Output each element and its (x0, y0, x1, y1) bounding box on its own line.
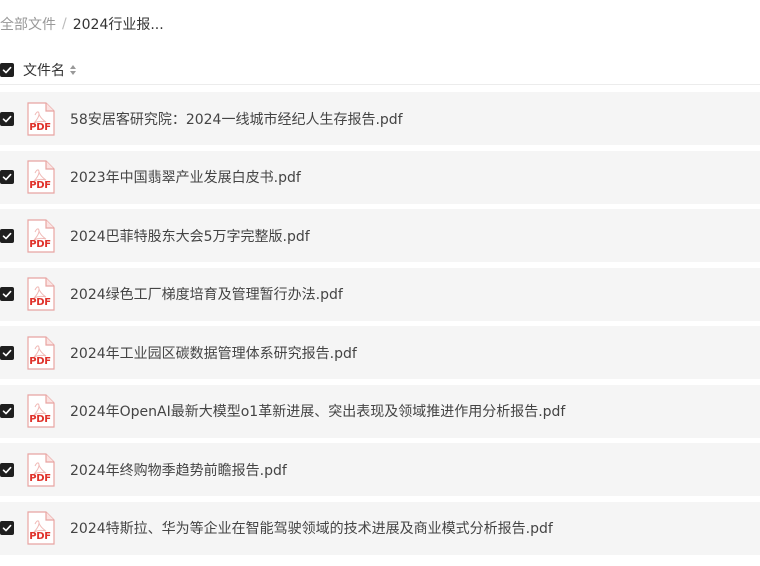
file-type-label: PDF (29, 355, 51, 367)
file-name[interactable]: 2024绿色工厂梯度培育及管理暂行办法.pdf (70, 284, 343, 304)
file-browser: 全部文件 / 2024行业报... 文件名 PDF 58安居客研究院：2024一… (0, 0, 760, 566)
file-checkbox[interactable] (0, 111, 14, 126)
file-row[interactable]: PDF 58安居客研究院：2024一线城市经纪人生存报告.pdf (0, 92, 760, 145)
pdf-file-icon: PDF (26, 452, 56, 487)
file-row[interactable]: PDF 2024绿色工厂梯度培育及管理暂行办法.pdf (0, 267, 760, 321)
file-checkbox[interactable] (0, 170, 14, 184)
file-checkbox[interactable] (0, 345, 14, 360)
file-row[interactable]: PDF 2024特斯拉、华为等企业在智能驾驶领域的技术进展及商业模式分析报告.p… (0, 501, 760, 555)
file-name[interactable]: 2024特斯拉、华为等企业在智能驾驶领域的技术进展及商业模式分析报告.pdf (70, 518, 553, 538)
pdf-file-icon: PDF (26, 335, 56, 370)
file-checkbox[interactable] (0, 287, 14, 301)
pdf-file-icon: PDF (26, 101, 56, 136)
checkmark-icon (2, 290, 12, 298)
checkmark-icon (2, 349, 12, 356)
file-list: PDF 58安居客研究院：2024一线城市经纪人生存报告.pdf PDF 202… (0, 92, 760, 560)
checkmark-icon (2, 232, 12, 239)
file-checkbox[interactable] (0, 228, 14, 243)
pdf-file-icon: PDF (26, 160, 56, 194)
file-checkbox[interactable] (0, 462, 14, 477)
file-type-label: PDF (29, 121, 51, 133)
pdf-file-icon: PDF (26, 277, 56, 311)
checkmark-icon (2, 524, 12, 532)
select-all-checkbox[interactable] (0, 63, 14, 77)
file-list-header: 文件名 (0, 56, 760, 85)
breadcrumb-root-link[interactable]: 全部文件 (0, 14, 56, 34)
file-type-label: PDF (29, 472, 51, 484)
file-type-label: PDF (29, 414, 51, 425)
breadcrumb-separator: / (62, 16, 67, 32)
file-name[interactable]: 2023年中国翡翠产业发展白皮书.pdf (70, 167, 301, 187)
checkmark-icon (2, 115, 12, 122)
breadcrumb: 全部文件 / 2024行业报... (0, 14, 164, 34)
file-name[interactable]: 2024年终购物季趋势前瞻报告.pdf (70, 460, 287, 480)
column-header-filename[interactable]: 文件名 (23, 60, 65, 80)
file-row[interactable]: PDF 2024年OpenAI最新大模型o1革新进展、突出表现及领域推进作用分析… (0, 384, 760, 438)
file-name[interactable]: 2024巴菲特股东大会5万字完整版.pdf (70, 226, 310, 246)
pdf-file-icon: PDF (26, 218, 56, 253)
file-row[interactable]: PDF 2024巴菲特股东大会5万字完整版.pdf (0, 209, 760, 262)
file-type-label: PDF (29, 180, 51, 191)
file-type-label: PDF (29, 238, 51, 250)
file-name[interactable]: 58安居客研究院：2024一线城市经纪人生存报告.pdf (70, 109, 403, 129)
file-checkbox[interactable] (0, 521, 14, 535)
checkmark-icon (2, 66, 12, 74)
file-row[interactable]: PDF 2024年工业园区碳数据管理体系研究报告.pdf (0, 326, 760, 379)
pdf-file-icon: PDF (26, 394, 56, 428)
file-row[interactable]: PDF 2023年中国翡翠产业发展白皮书.pdf (0, 150, 760, 204)
pdf-file-icon: PDF (26, 511, 56, 545)
file-type-label: PDF (29, 297, 51, 308)
file-type-label: PDF (29, 531, 51, 542)
file-name[interactable]: 2024年OpenAI最新大模型o1革新进展、突出表现及领域推进作用分析报告.p… (70, 401, 565, 421)
checkmark-icon (2, 173, 12, 181)
breadcrumb-current-folder: 2024行业报... (72, 17, 164, 33)
sort-caret-icon[interactable] (69, 63, 77, 77)
checkmark-icon (2, 466, 12, 473)
file-name[interactable]: 2024年工业园区碳数据管理体系研究报告.pdf (70, 343, 357, 363)
checkmark-icon (2, 407, 12, 415)
file-row[interactable]: PDF 2024年终购物季趋势前瞻报告.pdf (0, 443, 760, 496)
file-checkbox[interactable] (0, 404, 14, 418)
